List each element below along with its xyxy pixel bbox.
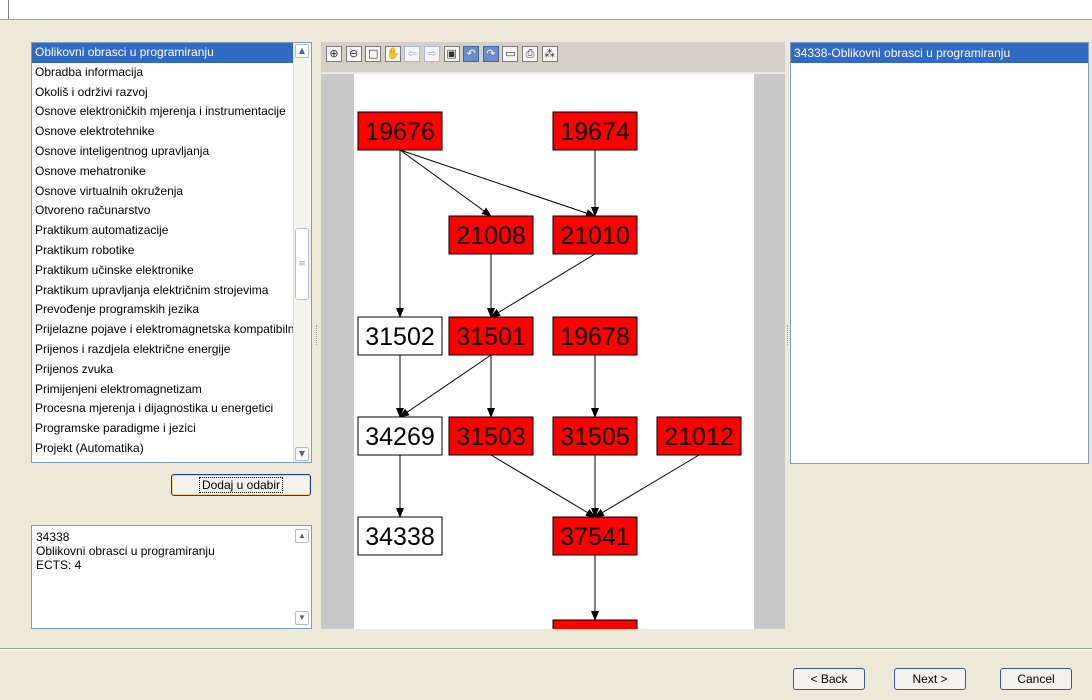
- course-list-item[interactable]: Praktikum učinske elektronike: [32, 261, 294, 281]
- print-icon[interactable]: ⎙: [522, 46, 538, 62]
- scroll-up-icon[interactable]: ▲: [295, 44, 309, 58]
- scroll-down-icon[interactable]: ▼: [295, 611, 309, 625]
- scroll-down-icon[interactable]: ▼: [295, 447, 309, 461]
- graph-node[interactable]: 41430: [552, 619, 638, 629]
- graph-node-label: 41430: [560, 626, 630, 629]
- graph-canvas[interactable]: 19676 19674 21008 21010 31502 31501 19678 34269…: [354, 74, 754, 629]
- forward-arrow-icon[interactable]: ⇨: [424, 46, 440, 62]
- graph-edge: [490, 454, 596, 518]
- selected-course-item[interactable]: 34338-Oblikovni obrasci u programiranju: [791, 43, 1088, 63]
- graph-node-label: 19678: [560, 323, 630, 351]
- graph-node-label: 31501: [456, 323, 526, 351]
- graph-node-label: 19674: [560, 118, 630, 146]
- graph-node[interactable]: 31501: [448, 316, 534, 356]
- add-to-selection-label: Dodaj u odabir: [198, 477, 284, 493]
- pan-hand-icon[interactable]: ✋: [384, 46, 401, 62]
- zoom-in-icon[interactable]: ⊕: [326, 46, 342, 62]
- info-name: Oblikovni obrasci u programiranju: [36, 544, 215, 558]
- graph-toolbar: ⊕ ⊖ □ ✋ ⇦ ⇨ ▣ ↶ ↷ ▭ ⎙ ⁂: [321, 42, 785, 72]
- course-list-item[interactable]: Osnove mehatronike: [32, 162, 294, 182]
- graph-node[interactable]: 31503: [448, 416, 534, 456]
- course-list-scrollbar[interactable]: ▲ ≡ ▼: [293, 43, 311, 462]
- graph-edge: [399, 149, 596, 217]
- back-arrow-icon[interactable]: ⇦: [404, 46, 421, 62]
- undo-icon[interactable]: ↶: [463, 46, 480, 62]
- graph-edge: [490, 253, 596, 318]
- graph-node-label: 21010: [560, 222, 630, 250]
- course-list-item[interactable]: Prijelazne pojave i elektromagnetska kom…: [32, 320, 294, 340]
- graph-edge: [399, 354, 492, 418]
- wizard-header-banner: [0, 0, 1092, 20]
- prerequisite-graph[interactable]: 19676 19674 21008 21010 31502 31501 19678 34269…: [354, 74, 754, 629]
- graph-node-label: 34269: [365, 423, 435, 451]
- course-list-item[interactable]: Prevođenje programskih jezika: [32, 300, 294, 320]
- graph-node[interactable]: 19678: [552, 316, 638, 356]
- course-list-item[interactable]: Projekt (Automatika): [32, 439, 294, 459]
- graph-node-label: 19676: [365, 118, 435, 146]
- info-ects: ECTS: 4: [36, 558, 82, 572]
- graph-node[interactable]: 19674: [552, 111, 638, 151]
- course-list-item[interactable]: Oblikovni obrasci u programiranju: [32, 43, 294, 63]
- graph-node-label: 31503: [456, 423, 526, 451]
- back-button[interactable]: < Back: [793, 668, 865, 690]
- graph-node[interactable]: 21008: [448, 215, 534, 255]
- graph-node-label: 21008: [456, 222, 526, 250]
- course-list-item[interactable]: Procesna mjerenja i dijagnostika u energ…: [32, 399, 294, 419]
- selected-courses-panel[interactable]: 34338-Oblikovni obrasci u programiranju: [790, 42, 1089, 464]
- graph-node-label: 34338: [365, 523, 435, 551]
- course-list[interactable]: Oblikovni obrasci u programiranju Obradba…: [31, 42, 312, 463]
- course-list-item[interactable]: Obradba informacija: [32, 63, 294, 83]
- graph-node[interactable]: 19676: [357, 111, 443, 151]
- graph-node[interactable]: 21012: [656, 416, 742, 456]
- splitter-handle-left[interactable]: [316, 325, 320, 345]
- footer-divider-highlight: [0, 649, 1092, 650]
- course-info-box[interactable]: 34338 Oblikovni obrasci u programiranju …: [31, 525, 312, 629]
- layout-tree-icon[interactable]: ⁂: [541, 46, 558, 62]
- course-list-rows: Oblikovni obrasci u programiranju Obradba…: [32, 43, 294, 459]
- course-list-item[interactable]: Osnove virtualnih okruženja: [32, 182, 294, 202]
- graph-edge: [399, 149, 492, 217]
- prerequisite-graph-panel: ⊕ ⊖ □ ✋ ⇦ ⇨ ▣ ↶ ↷ ▭ ⎙ ⁂ 19676 19674 21008 21010 31502 31…: [321, 42, 785, 629]
- course-list-item[interactable]: Prijenos i razdjela električne energije: [32, 340, 294, 360]
- course-list-item[interactable]: Praktikum robotike: [32, 241, 294, 261]
- redo-icon[interactable]: ↷: [482, 46, 499, 62]
- graph-node-label: 21012: [664, 423, 734, 451]
- header-divider: [8, 0, 9, 19]
- scroll-up-icon[interactable]: ▲: [295, 529, 309, 543]
- next-button[interactable]: Next >: [894, 668, 966, 690]
- course-list-item[interactable]: Okoliš i održivi razvoj: [32, 83, 294, 103]
- graph-node-label: 37541: [560, 523, 630, 551]
- graph-node-label: 31505: [560, 423, 630, 451]
- graph-node[interactable]: 31505: [552, 416, 638, 456]
- graph-node[interactable]: 31502: [357, 316, 443, 356]
- course-list-item[interactable]: Praktikum upravljanja električnim stroje…: [32, 281, 294, 301]
- graph-node[interactable]: 21010: [552, 215, 638, 255]
- course-list-item[interactable]: Osnove elektroničkih mjerenja i instrume…: [32, 102, 294, 122]
- info-scrollbar[interactable]: ▲ ▼: [294, 526, 311, 628]
- course-list-item[interactable]: Osnove inteligentnog upravljanja: [32, 142, 294, 162]
- course-list-item[interactable]: Praktikum automatizacije: [32, 221, 294, 241]
- graph-node[interactable]: 34338: [357, 516, 443, 556]
- course-list-item[interactable]: Otvoreno računarstvo: [32, 201, 294, 221]
- graph-node-label: 31502: [365, 323, 435, 351]
- graph-edge: [594, 454, 700, 518]
- open-folder-icon[interactable]: ▭: [502, 46, 519, 62]
- graph-node[interactable]: 37541: [552, 516, 638, 556]
- course-list-item[interactable]: Primijenjeni elektromagnetizam: [32, 380, 294, 400]
- cancel-button[interactable]: Cancel: [1000, 668, 1072, 690]
- add-to-selection-button[interactable]: Dodaj u odabir: [171, 474, 311, 496]
- graph-node[interactable]: 34269: [357, 416, 443, 456]
- course-list-item[interactable]: Programske paradigme i jezici: [32, 419, 294, 439]
- course-list-item[interactable]: Prijenos zvuka: [32, 360, 294, 380]
- info-code: 34338: [36, 530, 70, 544]
- save-icon[interactable]: ▣: [443, 46, 460, 62]
- graph-margin-left: [321, 74, 354, 629]
- zoom-out-icon[interactable]: ⊖: [345, 46, 362, 62]
- graph-margin-right: [754, 74, 785, 629]
- course-list-item[interactable]: Osnove elektrotehnike: [32, 122, 294, 142]
- scroll-thumb[interactable]: ≡: [295, 228, 309, 300]
- select-rect-icon[interactable]: □: [365, 46, 382, 62]
